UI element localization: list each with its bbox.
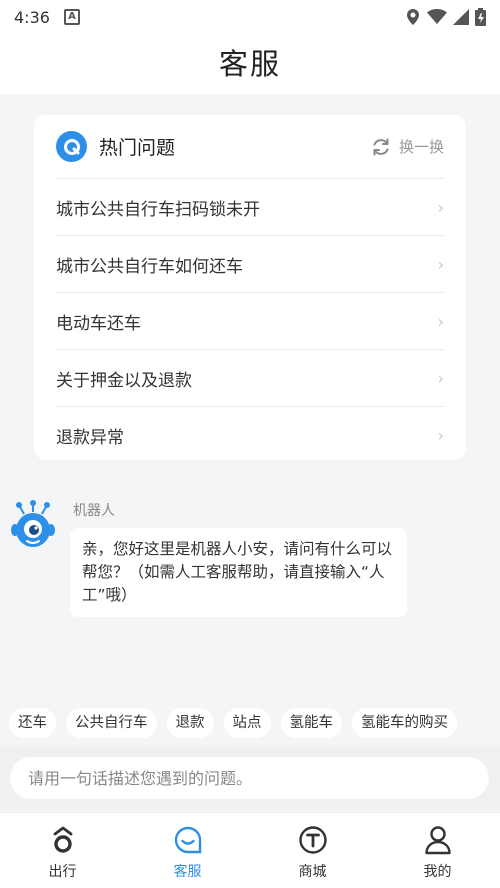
input-bar bbox=[0, 745, 500, 810]
notification-a-icon: A bbox=[63, 9, 80, 25]
question-item[interactable]: 关于押金以及退款 › bbox=[56, 349, 444, 406]
hot-questions-card: 热门问题 换一换 城市公共自行车扫码锁未开 › 城市公共自行车如何还车 › 电动… bbox=[34, 115, 466, 460]
chevron-right-icon: › bbox=[437, 311, 444, 331]
wifi-icon bbox=[427, 9, 447, 24]
bottom-tab-bar: 出行 客服 商城 我的 bbox=[0, 812, 500, 888]
quick-reply-chip[interactable]: 退款 bbox=[166, 708, 214, 738]
robot-avatar-icon bbox=[11, 500, 55, 547]
quick-reply-chip[interactable]: 氢能车 bbox=[280, 708, 342, 738]
ride-icon bbox=[48, 825, 78, 855]
refresh-button[interactable]: 换一换 bbox=[371, 136, 444, 157]
question-item[interactable]: 电动车还车 › bbox=[56, 292, 444, 349]
header: 客服 bbox=[0, 34, 500, 94]
tab-label: 商城 bbox=[298, 864, 327, 880]
location-icon bbox=[407, 9, 419, 25]
question-item[interactable]: 城市公共自行车扫码锁未开 › bbox=[56, 178, 444, 235]
sender-name: 机器人 bbox=[73, 503, 115, 519]
battery-icon bbox=[475, 8, 486, 26]
person-icon bbox=[423, 825, 453, 855]
quick-reply-chip[interactable]: 还车 bbox=[9, 708, 56, 738]
chevron-right-icon: › bbox=[437, 197, 444, 217]
quick-reply-chip[interactable]: 公共自行车 bbox=[66, 708, 157, 738]
question-text: 电动车还车 bbox=[56, 313, 141, 334]
message-input[interactable] bbox=[10, 757, 489, 799]
bot-message-bubble: 亲，您好这里是机器人小安，请问有什么可以帮您？（如需人工客服帮助，请直接输入“人… bbox=[70, 528, 407, 617]
question-logo-icon bbox=[56, 131, 87, 162]
question-item[interactable]: 退款异常 › bbox=[56, 406, 444, 463]
signal-icon bbox=[453, 9, 469, 25]
page-title: 客服 bbox=[218, 47, 281, 81]
chevron-right-icon: › bbox=[437, 368, 444, 388]
mall-icon bbox=[298, 825, 328, 855]
chat-icon bbox=[173, 825, 203, 855]
tab-mine[interactable]: 我的 bbox=[375, 813, 500, 888]
hot-questions-header: 热门问题 换一换 bbox=[56, 115, 444, 178]
tab-label: 出行 bbox=[48, 864, 77, 880]
question-item[interactable]: 城市公共自行车如何还车 › bbox=[56, 235, 444, 292]
quick-reply-chips: 还车 公共自行车 退款 站点 氢能车 氢能车的购买 bbox=[0, 708, 500, 740]
question-text: 城市公共自行车如何还车 bbox=[56, 256, 243, 277]
quick-reply-chip[interactable]: 站点 bbox=[223, 708, 271, 738]
status-icons bbox=[405, 8, 486, 26]
refresh-icon bbox=[373, 138, 389, 155]
quick-reply-chip[interactable]: 氢能车的购买 bbox=[352, 708, 457, 738]
question-text: 城市公共自行车扫码锁未开 bbox=[56, 199, 260, 220]
tab-ride[interactable]: 出行 bbox=[0, 813, 125, 888]
status-time: 4:36 bbox=[14, 7, 50, 27]
chevron-right-icon: › bbox=[437, 425, 444, 445]
chevron-right-icon: › bbox=[437, 254, 444, 274]
question-text: 退款异常 bbox=[56, 427, 124, 448]
tab-label: 我的 bbox=[423, 864, 452, 880]
status-bar: 4:36 A bbox=[0, 0, 500, 34]
tab-label: 客服 bbox=[173, 864, 202, 880]
tab-mall[interactable]: 商城 bbox=[250, 813, 375, 888]
refresh-label: 换一换 bbox=[398, 138, 444, 156]
tab-service[interactable]: 客服 bbox=[125, 813, 250, 888]
hot-questions-title: 热门问题 bbox=[99, 137, 176, 159]
question-text: 关于押金以及退款 bbox=[56, 370, 192, 391]
